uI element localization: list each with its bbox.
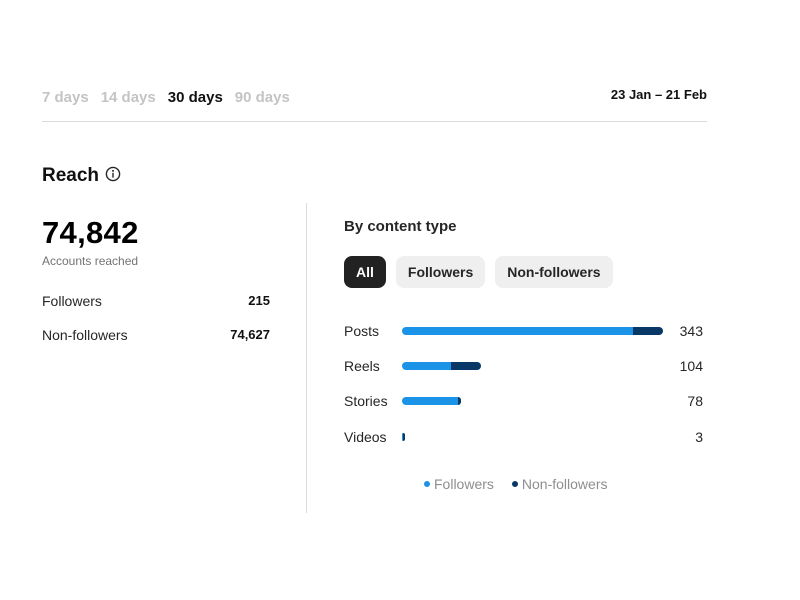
followers-bar-segment [402, 397, 459, 405]
followers-bar-segment [402, 327, 634, 335]
accounts-reached-label: Accounts reached [42, 254, 139, 268]
bar-label: Stories [344, 393, 388, 409]
filter-all-chip[interactable]: All [344, 256, 386, 288]
non-followers-dot-icon [511, 481, 518, 487]
tab-30-days[interactable]: 30 days [168, 89, 223, 106]
non-followers-reach-row: Non-followers 74,627 [42, 327, 270, 343]
filter-followers-chip[interactable]: Followers [395, 256, 486, 288]
content-type-title: By content type [344, 218, 457, 235]
period-tabs: 7 days 14 days 30 days 90 days [42, 89, 290, 106]
divider [42, 121, 707, 122]
legend-followers: Followers [424, 476, 494, 492]
filter-non-followers-chip[interactable]: Non-followers [495, 256, 613, 288]
bar-label: Videos [344, 429, 387, 445]
tab-7-days[interactable]: 7 days [42, 89, 89, 106]
bar-value: 104 [679, 358, 703, 374]
chart-legend: Followers Non-followers [424, 476, 608, 492]
followers-reach-row: Followers 215 [42, 293, 270, 309]
accounts-reached-value: 74,842 [42, 215, 139, 250]
bar-label: Posts [344, 323, 380, 339]
followers-dot-icon [424, 481, 430, 487]
bar-label: Reels [344, 358, 380, 374]
tab-90-days[interactable]: 90 days [235, 89, 290, 106]
legend-followers-label: Followers [434, 476, 494, 492]
non-followers-bar-segment [458, 397, 462, 405]
bar-value: 78 [687, 393, 703, 409]
non-followers-bar-segment [451, 362, 482, 370]
followers-reach-label: Followers [42, 293, 102, 309]
non-followers-reach-label: Non-followers [42, 327, 128, 343]
info-circle-icon[interactable] [105, 166, 121, 182]
followers-bar-segment [402, 362, 452, 370]
tab-14-days[interactable]: 14 days [101, 89, 156, 106]
followers-reach-value: 215 [248, 293, 270, 308]
non-followers-reach-value: 74,627 [230, 327, 270, 342]
content-filters: All Followers Non-followers [344, 256, 613, 288]
legend-non-followers: Non-followers [511, 476, 608, 492]
date-range: 23 Jan – 21 Feb [610, 87, 707, 102]
vertical-divider [306, 203, 307, 513]
reach-title: Reach [42, 165, 100, 186]
bar-value: 3 [695, 429, 703, 445]
bar-value: 343 [679, 323, 703, 339]
non-followers-bar-segment [402, 433, 405, 441]
legend-non-followers-label: Non-followers [521, 476, 608, 492]
